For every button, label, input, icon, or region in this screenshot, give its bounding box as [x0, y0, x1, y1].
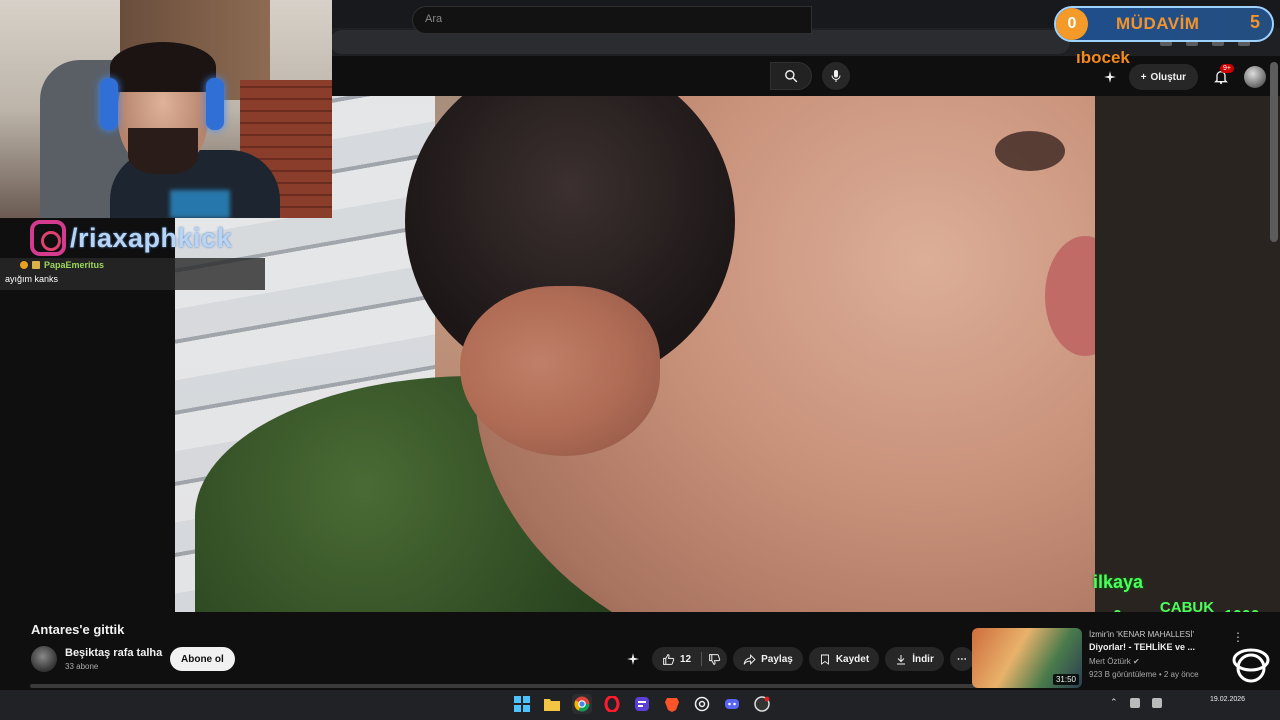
chrome-icon[interactable]: [572, 694, 592, 714]
search-input[interactable]: Ara: [425, 13, 442, 25]
chat-badge-icon: [20, 261, 28, 269]
headphone-left: [100, 78, 118, 130]
overlay-name-top: ıbocek: [1076, 48, 1130, 67]
ask-button[interactable]: [620, 647, 646, 671]
brave-icon[interactable]: [662, 694, 682, 714]
recommended-views: 923 B görüntüleme • 2 ay önce: [1089, 670, 1199, 679]
chat-username: PapaEmeritus: [44, 260, 105, 270]
instagram-icon: [30, 220, 66, 256]
taskbar-date: 19.02.2026: [1210, 696, 1246, 703]
recommended-title[interactable]: Diyorlar! - TEHLİKE ve ...: [1089, 642, 1219, 652]
webcam-overlay: [0, 0, 332, 218]
subscriber-count: 33 abone: [65, 662, 99, 671]
mudavim-level: 0: [1056, 8, 1088, 40]
more-icon: ⋯: [956, 653, 967, 665]
create-button[interactable]: + Oluştur: [1128, 64, 1198, 90]
tray-chevron-icon[interactable]: ⌃: [1110, 697, 1118, 708]
download-label: İndir: [912, 653, 934, 665]
opera-icon[interactable]: [602, 694, 622, 714]
screen: Ara + Oluştur 9+ /riaxaphkick PapaEmerit…: [0, 0, 1280, 720]
notifications-badge: 9+: [1220, 64, 1234, 73]
side-panel: [1095, 96, 1280, 612]
save-label: Kaydet: [835, 653, 870, 665]
network-icon[interactable]: [1151, 697, 1162, 708]
webcam-beard: [128, 128, 198, 174]
video-duration: 31:50: [1052, 674, 1079, 685]
headphone-right: [206, 78, 224, 130]
notifications-button[interactable]: 9+: [1210, 64, 1234, 88]
mudavim-count: 5: [1250, 12, 1261, 32]
instagram-overlay: /riaxaphkick: [30, 220, 232, 256]
search-button[interactable]: [770, 62, 812, 90]
share-button[interactable]: Paylaş: [733, 647, 803, 671]
webcam-light: [170, 190, 230, 218]
like-count: 12: [680, 653, 692, 665]
share-icon: [743, 653, 756, 665]
page-scroll-indicator: [30, 684, 990, 688]
chatgpt-icon[interactable]: [692, 694, 712, 714]
webcam-hair: [110, 42, 216, 92]
download-icon: [897, 654, 906, 664]
recommended-title-top: İzmir'in 'KENAR MAHALLESİ': [1089, 630, 1195, 639]
channel-name[interactable]: Beşiktaş rafa talha: [65, 647, 162, 659]
video-actions: 12 Paylaş Kaydet İndir ⋯: [620, 647, 974, 671]
microphone-icon: [831, 70, 841, 82]
video-frame-nose: [995, 131, 1065, 171]
account-avatar[interactable]: [1244, 66, 1266, 88]
download-button[interactable]: İndir: [885, 647, 944, 671]
chat-user: PapaEmeritus: [20, 260, 104, 270]
gemini-icon[interactable]: [1103, 70, 1117, 84]
voice-search-button[interactable]: [822, 62, 850, 90]
microphone-tray-icon[interactable]: [1129, 697, 1140, 708]
dislike-button[interactable]: [702, 647, 727, 671]
instagram-handle: /riaxaphkick: [70, 222, 233, 253]
scrollbar[interactable]: [1270, 62, 1278, 242]
sparkle-icon: [627, 653, 639, 665]
system-tray: ⌃: [1110, 697, 1162, 708]
channel-avatar[interactable]: [31, 646, 57, 672]
video-title: Antares'e gittik: [31, 622, 125, 637]
discord-icon[interactable]: [722, 694, 742, 714]
share-label: Paylaş: [761, 653, 793, 665]
chat-message: ayığım kanks: [5, 274, 59, 284]
thumbs-down-icon: [709, 653, 721, 665]
app-icon[interactable]: [632, 694, 652, 714]
plus-icon: +: [1140, 71, 1147, 83]
verified-icon: ✔: [1133, 657, 1140, 666]
like-dislike-group: 12: [652, 647, 728, 671]
bookmark-icon: [820, 654, 829, 665]
recommended-channel: Mert Öztürk ✔: [1089, 657, 1140, 666]
taskbar-clock[interactable]: 19.02.2026: [1210, 695, 1245, 705]
save-button[interactable]: Kaydet: [808, 647, 880, 671]
subscribe-button[interactable]: Abone ol: [170, 647, 235, 671]
chat-badge-icon: [32, 261, 40, 269]
thumbs-up-icon: [663, 653, 675, 665]
create-label: Oluştur: [1150, 71, 1186, 83]
overlay-name-bottom: ilkaya: [1093, 572, 1144, 592]
recommended-thumbnail[interactable]: 31:50: [972, 628, 1082, 688]
more-actions-button[interactable]: ⋯: [949, 647, 974, 671]
search-icon: [785, 70, 798, 83]
windows-start-icon[interactable]: [512, 694, 532, 714]
like-button[interactable]: 12: [652, 647, 701, 671]
search-box[interactable]: Ara: [412, 6, 812, 34]
obs-icon[interactable]: [752, 694, 772, 714]
file-explorer-icon[interactable]: [542, 694, 562, 714]
taskbar-apps: [512, 694, 772, 714]
mudavim-label: MÜDAVİM: [1116, 14, 1200, 33]
